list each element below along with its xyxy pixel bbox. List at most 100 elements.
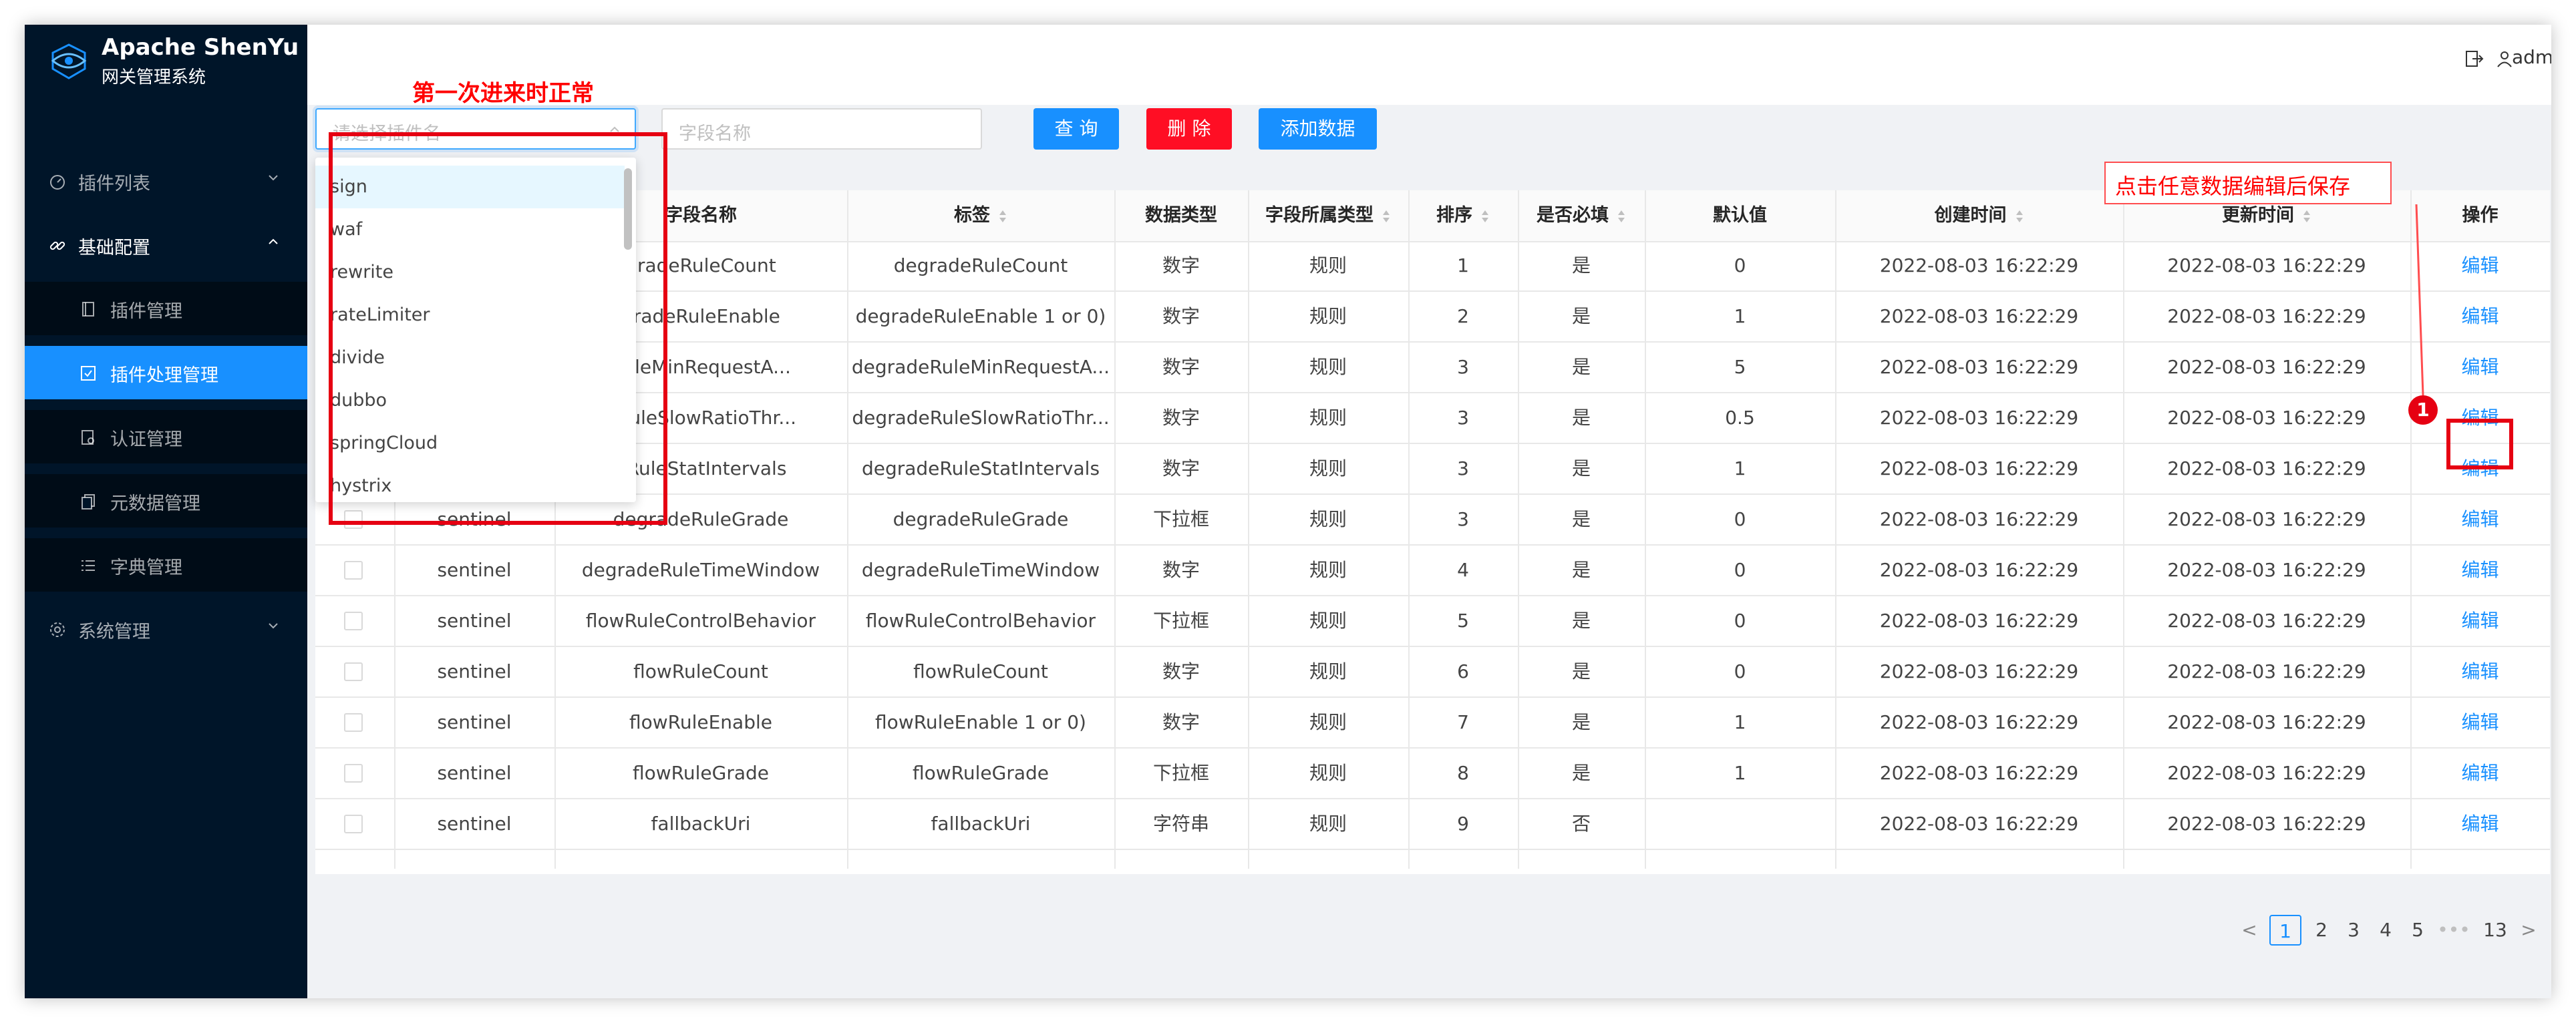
table-cell: 字符串: [1152, 813, 1209, 835]
table-cell: 2022-08-03 16:22:29: [2167, 407, 2366, 429]
logout-icon[interactable]: [2464, 49, 2484, 69]
table-cell: 规则: [1309, 457, 1347, 479]
sidebar-item-plugin-handle-management[interactable]: 插件处理管理: [25, 346, 307, 399]
sidebar-item-plugin-management[interactable]: 插件管理: [25, 282, 307, 335]
page-13[interactable]: 13: [2475, 915, 2515, 946]
sort-icon[interactable]: [2015, 209, 2024, 224]
table-cell: 数字: [1162, 407, 1200, 429]
edit-link[interactable]: 编辑: [2410, 749, 2550, 798]
column-header: 操作: [2410, 190, 2550, 241]
row-checkbox[interactable]: [344, 764, 363, 783]
user-icon[interactable]: [2496, 50, 2513, 67]
table-cell: 5: [1734, 356, 1746, 378]
page-ellipsis[interactable]: •••: [2436, 915, 2472, 946]
column-header-label: 操作: [2462, 205, 2499, 226]
column-header[interactable]: 标签: [847, 190, 1114, 241]
page-3[interactable]: 3: [2338, 915, 2370, 946]
table-cell: 数字: [1162, 254, 1200, 276]
table-cell: sentinel: [437, 813, 512, 835]
sidebar-item-system-management[interactable]: 系统管理: [25, 602, 307, 656]
table-cell: 7: [1457, 711, 1469, 733]
sort-icon[interactable]: [1480, 209, 1490, 224]
table-cell: 下拉框: [1152, 508, 1209, 530]
book-icon: [82, 302, 94, 317]
page-1[interactable]: 1: [2269, 915, 2301, 946]
table-cell: 下拉框: [1152, 762, 1209, 784]
sidebar-item-dictionary-management[interactable]: 字典管理: [25, 538, 307, 592]
sidebar-item-auth-management[interactable]: 认证管理: [25, 410, 307, 463]
table-cell: sentinel: [437, 660, 512, 682]
table-cell: 2022-08-03 16:22:29: [1879, 356, 2079, 378]
table-cell: 1: [1734, 762, 1746, 784]
add-data-button[interactable]: 添加数据: [1259, 108, 1377, 150]
table-cell: degradeRuleEnable 1 or 0): [855, 305, 1106, 327]
table-row: sentinel flowRuleCount flowRuleCount 数字 规则 6 是…: [315, 647, 2550, 698]
page-2[interactable]: 2: [2305, 915, 2338, 946]
page-5[interactable]: 5: [2402, 915, 2434, 946]
table-cell: 规则: [1309, 762, 1347, 784]
table-cell: 4: [1457, 559, 1469, 581]
table-cell: 1: [1734, 457, 1746, 479]
chevron-up-icon: [269, 238, 278, 244]
table-cell: 2022-08-03 16:22:29: [1879, 610, 2079, 632]
row-checkbox-cell: [315, 698, 394, 747]
list-icon: [82, 560, 95, 571]
sort-icon[interactable]: [1617, 209, 1626, 224]
sidebar-item-metadata-management[interactable]: 元数据管理: [25, 474, 307, 528]
delete-button[interactable]: 删 除: [1146, 108, 1232, 150]
table-cell: 规则: [1309, 711, 1347, 733]
table-cell: 是: [1571, 305, 1591, 327]
dashboard-icon: [50, 175, 65, 190]
edit-link[interactable]: 编辑: [2410, 241, 2550, 290]
table-cell: 2022-08-03 16:22:29: [2167, 813, 2366, 835]
sidebar-item-plugin-list[interactable]: 插件列表: [25, 154, 307, 208]
row-checkbox[interactable]: [344, 662, 363, 681]
prev-page-button[interactable]: <: [2239, 915, 2259, 946]
column-header[interactable]: 创建时间: [1835, 190, 2123, 241]
row-checkbox[interactable]: [344, 561, 363, 580]
edit-link[interactable]: 编辑: [2410, 596, 2550, 646]
query-button[interactable]: 查 询: [1033, 108, 1119, 150]
edit-link[interactable]: 编辑: [2410, 647, 2550, 696]
table-cell: 2022-08-03 16:22:29: [2167, 457, 2366, 479]
table-cell: flowRuleEnable: [629, 711, 772, 733]
sidebar-item-label: 认证管理: [110, 429, 182, 450]
sidebar-item-label: 元数据管理: [110, 493, 200, 514]
edit-link[interactable]: 编辑: [2410, 546, 2550, 595]
edit-link[interactable]: 编辑: [2410, 292, 2550, 341]
row-checkbox-cell: [315, 647, 394, 696]
edit-link[interactable]: 编辑: [2410, 495, 2550, 544]
table-cell: 规则: [1309, 660, 1347, 682]
table-cell: degradeRuleSlowRatioThr...: [852, 407, 1110, 429]
app-title: Apache ShenYu: [102, 34, 299, 61]
sort-icon[interactable]: [1382, 209, 1391, 224]
row-checkbox[interactable]: [344, 713, 363, 732]
field-name-input[interactable]: 字段名称: [661, 108, 982, 150]
table-cell: 2022-08-03 16:22:29: [1879, 813, 2079, 835]
page-4[interactable]: 4: [2370, 915, 2402, 946]
edit-link[interactable]: 编辑: [2410, 698, 2550, 747]
user-menu[interactable]: admin: [2512, 46, 2551, 68]
field-name-placeholder: 字段名称: [679, 124, 751, 144]
table-cell: 3: [1457, 457, 1469, 479]
sidebar-item-label: 系统管理: [78, 622, 150, 642]
edit-link[interactable]: 编辑: [2410, 799, 2550, 849]
row-checkbox[interactable]: [344, 815, 363, 833]
table-cell: 2022-08-03 16:22:29: [1879, 407, 2079, 429]
table-cell: fallbackUri: [931, 813, 1031, 835]
row-checkbox[interactable]: [344, 612, 363, 630]
edit-link[interactable]: 编辑: [2410, 343, 2550, 392]
table-cell: degradeRuleTimeWindow: [861, 559, 1100, 581]
column-header[interactable]: 字段所属类型: [1248, 190, 1408, 241]
table-cell: 是: [1571, 508, 1591, 530]
table-cell: 是: [1571, 762, 1591, 784]
sort-icon[interactable]: [998, 209, 1007, 224]
column-header-label: 字段所属类型: [1265, 205, 1374, 226]
shenyu-logo-icon: [51, 43, 87, 79]
next-page-button[interactable]: >: [2519, 915, 2539, 946]
column-header[interactable]: 是否必填: [1518, 190, 1645, 241]
column-header[interactable]: 排序: [1408, 190, 1518, 241]
table-cell: flowRuleGrade: [633, 762, 769, 784]
sidebar-item-basic-config[interactable]: 基础配置: [25, 218, 307, 272]
sort-icon[interactable]: [2302, 209, 2311, 224]
